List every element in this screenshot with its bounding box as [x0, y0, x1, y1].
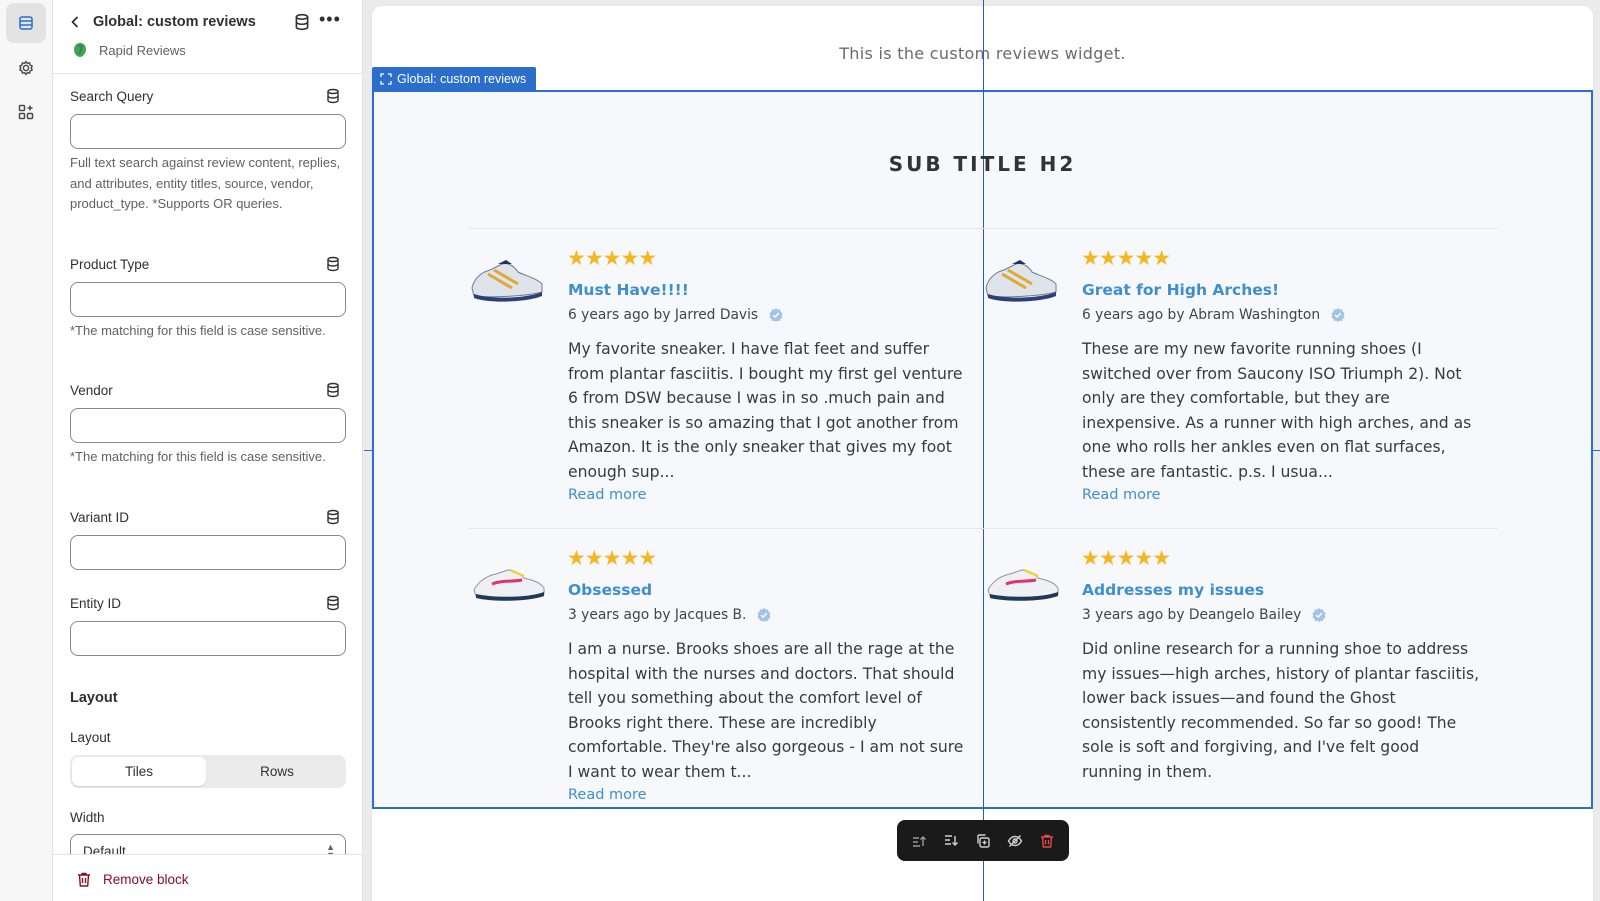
review-meta: 6 years ago by Jarred Davis: [568, 307, 784, 323]
chevron-left-icon: [71, 16, 78, 28]
dynamic-source-icon[interactable]: [325, 88, 341, 104]
review-meta: 3 years ago by Deangelo Bailey: [1082, 607, 1327, 623]
review-body: These are my new favorite running shoes …: [1082, 340, 1472, 481]
review-title[interactable]: Great for High Arches!: [1082, 281, 1279, 299]
review-meta: 6 years ago by Abram Washington: [1082, 307, 1346, 323]
trash-icon: [1041, 834, 1053, 848]
review-meta-text: 3 years ago by Deangelo Bailey: [1082, 607, 1302, 623]
expand-icon: [380, 72, 392, 85]
more-actions-icon[interactable]: •••: [319, 10, 340, 31]
verified-badge-icon: [769, 308, 783, 322]
review-meta-text: 6 years ago by Jarred Davis: [568, 307, 759, 323]
layout-section-heading: Layout: [70, 690, 118, 706]
width-label: Width: [70, 810, 105, 825]
dynamic-source-icon[interactable]: [325, 382, 341, 398]
review-title[interactable]: Obsessed: [568, 581, 652, 599]
verified-badge-icon: [1312, 608, 1326, 622]
remove-block-button[interactable]: Remove block: [103, 872, 189, 887]
icon-rail: [0, 0, 53, 901]
duplicate-icon: [977, 833, 990, 848]
duplicate-button[interactable]: [971, 829, 995, 853]
entity-id-label: Entity ID: [70, 596, 122, 611]
panel-title: Global: custom reviews: [93, 14, 256, 30]
panel-header: Global: custom reviews ••• Rapid Reviews: [53, 0, 362, 74]
verified-badge-icon: [757, 608, 771, 622]
search-query-label: Search Query: [70, 89, 154, 104]
review-body: Did online research for a running shoe t…: [1082, 640, 1480, 781]
block-settings-panel: Global: custom reviews ••• Rapid Reviews…: [53, 0, 363, 901]
entity-id-input[interactable]: [70, 621, 346, 656]
variant-id-label: Variant ID: [70, 510, 130, 525]
star-rating: ★★★★★: [567, 247, 657, 270]
block-tag-label: Global: custom reviews: [397, 71, 527, 86]
move-down-icon: [945, 834, 958, 846]
theme-settings-nav-button[interactable]: [6, 48, 46, 88]
review-body: My favorite sneaker. I have flat feet an…: [568, 340, 963, 481]
read-more-link[interactable]: Read more: [1082, 487, 1161, 503]
sections-nav-button[interactable]: [6, 3, 46, 43]
move-up-icon: [913, 835, 926, 847]
variant-id-input[interactable]: [70, 535, 346, 570]
product-image-shoe: [987, 568, 1059, 601]
rapid-reviews-logo-icon: [74, 43, 86, 57]
product-image-shoe: [471, 260, 543, 302]
dynamic-source-icon[interactable]: [325, 509, 341, 525]
product-type-help: *The matching for this field is case sen…: [70, 323, 326, 338]
selected-block-tag[interactable]: Global: custom reviews: [372, 67, 537, 90]
apps-icon: [18, 104, 34, 120]
review-title[interactable]: Must Have!!!!: [568, 281, 689, 299]
dynamic-source-icon[interactable]: [325, 256, 341, 272]
read-more-link[interactable]: Read more: [568, 487, 647, 503]
delete-button[interactable]: [1035, 829, 1059, 853]
product-type-input[interactable]: [70, 282, 346, 317]
guide-stub: [364, 450, 372, 451]
block-toolbar: [897, 820, 1069, 861]
star-rating: ★★★★★: [1081, 547, 1171, 570]
vendor-input[interactable]: [70, 408, 346, 443]
apps-nav-button[interactable]: [6, 92, 46, 132]
dynamic-source-icon[interactable]: [293, 13, 311, 31]
star-rating: ★★★★★: [1081, 247, 1171, 270]
dynamic-source-icon[interactable]: [325, 595, 341, 611]
star-rating: ★★★★★: [567, 547, 657, 570]
center-guide-line: [983, 0, 984, 901]
search-query-help: Full text search against review content,…: [70, 155, 341, 211]
review-title[interactable]: Addresses my issues: [1082, 581, 1264, 599]
layout-label: Layout: [70, 730, 111, 745]
review-body: I am a nurse. Brooks shoes are all the r…: [568, 640, 964, 781]
search-query-input[interactable]: [70, 114, 346, 149]
hide-button[interactable]: [1003, 829, 1027, 853]
divider: [468, 528, 1498, 529]
verified-badge-icon: [1331, 308, 1345, 322]
back-button[interactable]: [65, 12, 85, 32]
vendor-label: Vendor: [70, 383, 113, 398]
app-name: Rapid Reviews: [99, 43, 186, 58]
read-more-link[interactable]: Read more: [568, 787, 647, 803]
section-subtitle: SUB TITLE H2: [888, 152, 1077, 176]
trash-icon: [78, 872, 90, 887]
guide-stub: [1593, 450, 1600, 451]
vendor-help: *The matching for this field is case sen…: [70, 449, 326, 464]
product-image-shoe: [473, 568, 545, 601]
product-type-label: Product Type: [70, 257, 150, 272]
divider: [468, 228, 1498, 229]
product-image-shoe: [985, 260, 1057, 302]
layout-option-rows[interactable]: Rows: [210, 757, 344, 786]
eye-off-icon: [1007, 834, 1023, 847]
review-meta: 3 years ago by Jacques B.: [568, 607, 772, 623]
move-up-button[interactable]: [907, 829, 931, 853]
layout-option-tiles[interactable]: Tiles: [72, 757, 206, 786]
panel-footer: Remove block: [53, 854, 362, 901]
gear-icon: [19, 60, 33, 76]
move-down-button[interactable]: [939, 829, 963, 853]
sections-icon: [19, 16, 33, 30]
layout-segmented-control: Tiles Rows: [70, 755, 346, 788]
review-meta-text: 6 years ago by Abram Washington: [1082, 307, 1321, 323]
review-meta-text: 3 years ago by Jacques B.: [568, 607, 747, 623]
